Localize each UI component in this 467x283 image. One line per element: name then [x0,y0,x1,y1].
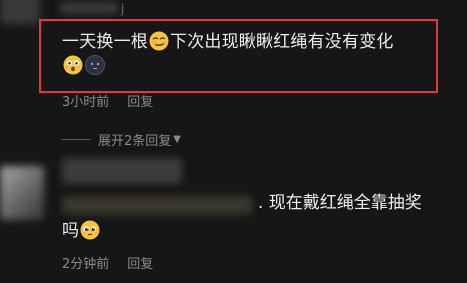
expand-replies-label: 展开2条回复 [98,134,172,149]
avatar[interactable] [0,166,44,220]
previous-avatar [0,0,40,24]
comment-text-part: 吗 [62,221,79,241]
comment-meta: 3小时前 回复 [62,91,171,110]
expand-replies-button[interactable]: 展开2条回复 ▼ [62,130,181,149]
blurred-text [62,196,252,214]
comment-text-line1: . 现在戴红绳全靠抽奖 [258,193,422,213]
pleading-emoji-icon [80,220,100,240]
username[interactable] [62,158,182,184]
comment-text: 一天换一根 下次出现瞅瞅红绳有没有变化 [62,30,442,78]
comment-text-part-a: 一天换一根 [62,32,148,52]
reply-button[interactable]: 回复 [127,257,153,272]
comment-text-line2: 吗 [62,219,101,243]
comment-time: 3小时前 [62,95,110,110]
dark-face-emoji-icon [85,55,105,75]
astonished-emoji-icon [63,55,83,75]
comment-time: 2分钟前 [62,257,110,272]
previous-username [60,2,118,14]
reply-button[interactable]: 回复 [127,95,153,110]
previous-username-fragment: j [121,2,125,16]
comment-text-part-b: 下次出现瞅瞅红绳有没有变化 [170,32,394,52]
triangle-down-icon: ▼ [173,134,181,145]
comment-meta: 2分钟前 回复 [62,253,171,272]
smirk-emoji-icon [149,31,169,51]
divider [62,139,90,140]
